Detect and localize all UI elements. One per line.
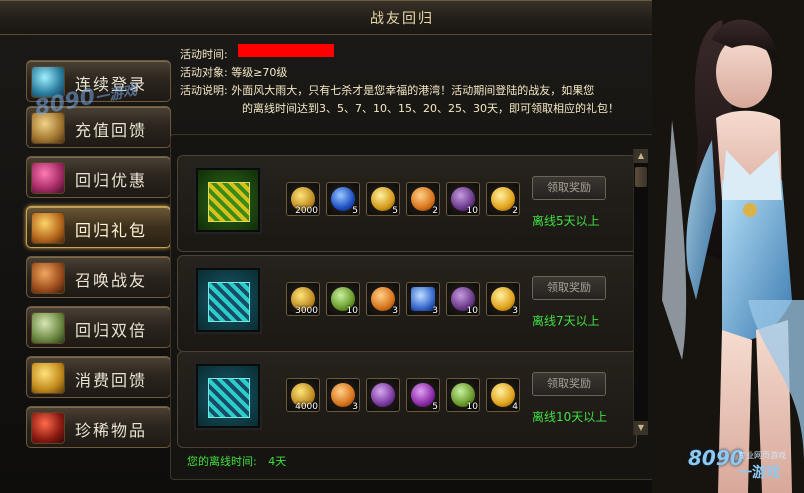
sidebar-item-label: 珍稀物品 bbox=[75, 421, 148, 440]
reward-item[interactable]: 5 bbox=[326, 182, 360, 216]
sidebar-item-rare-items[interactable]: 珍稀物品 bbox=[26, 406, 171, 448]
reward-item[interactable]: 10 bbox=[446, 378, 480, 412]
brand-logo-slogan: 一游戏 bbox=[738, 465, 780, 481]
gold-pile-icon bbox=[31, 362, 65, 394]
reward-item[interactable]: 3000 bbox=[286, 282, 320, 316]
reward-item[interactable] bbox=[366, 378, 400, 412]
blue-gift-icon bbox=[208, 282, 250, 322]
character-illustration bbox=[652, 0, 804, 493]
sidebar-item-label: 回归双倍 bbox=[75, 321, 148, 340]
blue-gift-icon bbox=[208, 378, 250, 418]
brand-logo-sub: 专业网页游戏 bbox=[738, 451, 786, 460]
banner-icon bbox=[31, 262, 65, 294]
sidebar-item-summon-friends[interactable]: 召唤战友 bbox=[26, 256, 171, 298]
purple-bone-icon bbox=[371, 383, 395, 407]
claim-reward-button[interactable]: 领取奖励 bbox=[532, 176, 606, 200]
scroll-down-icon[interactable]: ▼ bbox=[634, 421, 648, 435]
activity-target-value: 等级≥70级 bbox=[231, 66, 288, 79]
sidebar-item-label: 充值回馈 bbox=[75, 121, 148, 140]
gift-pack-image bbox=[194, 362, 262, 430]
item-count: 4 bbox=[512, 402, 518, 412]
gift-pack-image bbox=[194, 266, 262, 334]
item-count: 3000 bbox=[295, 306, 318, 316]
reward-item[interactable]: 4000 bbox=[286, 378, 320, 412]
item-count: 3 bbox=[432, 306, 438, 316]
reward-item[interactable]: 3 bbox=[366, 282, 400, 316]
activity-desc-line1: 活动说明: 外面风大雨大，只有七杀才是您幸福的港湾！活动期间登陆的战友，如果您 bbox=[180, 82, 594, 98]
reward-item[interactable]: 2000 bbox=[286, 182, 320, 216]
reward-item[interactable]: 5 bbox=[366, 182, 400, 216]
reward-item[interactable]: 10 bbox=[446, 182, 480, 216]
offline-time-value: 4天 bbox=[268, 455, 287, 468]
activity-desc-line2: 的离线时间达到3、5、7、10、15、20、25、30天，即可领取相应的礼包！ bbox=[242, 100, 619, 116]
reward-condition: 离线5天以上 bbox=[532, 214, 600, 228]
reward-row: 4000 3 5 10 4 领取奖励 离线10天以上 bbox=[177, 351, 637, 448]
scroll-thumb[interactable] bbox=[635, 167, 647, 187]
reward-row: 3000 10 3 3 10 3 领取奖励 离线7天以上 bbox=[177, 255, 637, 352]
activity-desc-text1: 外面风大雨大，只有七杀才是您幸福的港湾！活动期间登陆的战友，如果您 bbox=[231, 84, 595, 97]
item-count: 4000 bbox=[295, 402, 318, 412]
item-count: 2 bbox=[512, 206, 518, 216]
offline-time-label: 您的离线时间: bbox=[187, 455, 257, 468]
reward-item[interactable]: 2 bbox=[406, 182, 440, 216]
brand-logo-text: 8090 bbox=[688, 446, 744, 470]
reward-item[interactable]: 3 bbox=[486, 282, 520, 316]
reward-condition: 离线7天以上 bbox=[532, 314, 600, 328]
item-count: 5 bbox=[352, 206, 358, 216]
treasure-chest-icon bbox=[31, 212, 65, 244]
exp-scroll-icon bbox=[31, 312, 65, 344]
reward-item[interactable]: 4 bbox=[486, 378, 520, 412]
claim-reward-button[interactable]: 领取奖励 bbox=[532, 276, 606, 300]
item-count: 2000 bbox=[295, 206, 318, 216]
item-count: 10 bbox=[466, 206, 478, 216]
sidebar-item-label: 消费回馈 bbox=[75, 371, 148, 390]
activity-time-label: 活动时间: bbox=[180, 48, 228, 61]
scroll-up-icon[interactable]: ▲ bbox=[634, 149, 648, 163]
claim-reward-button[interactable]: 领取奖励 bbox=[532, 372, 606, 396]
scrollbar[interactable]: ▲ ▼ bbox=[633, 149, 648, 435]
item-count: 3 bbox=[352, 402, 358, 412]
demon-mask-icon bbox=[31, 412, 65, 444]
reward-condition: 离线10天以上 bbox=[532, 410, 608, 424]
gift-pack-image bbox=[194, 166, 262, 234]
item-count: 3 bbox=[392, 306, 398, 316]
activity-time-line: 活动时间: bbox=[180, 46, 228, 62]
reward-item[interactable]: 3 bbox=[406, 282, 440, 316]
gift-boxes-icon bbox=[31, 162, 65, 194]
sidebar-item-double-return[interactable]: 回归双倍 bbox=[26, 306, 171, 348]
activity-target-label: 活动对象: bbox=[180, 66, 228, 79]
item-count: 5 bbox=[432, 402, 438, 412]
item-count: 5 bbox=[392, 206, 398, 216]
item-count: 10 bbox=[466, 402, 478, 412]
activity-target-line: 活动对象: 等级≥70级 bbox=[180, 64, 287, 80]
green-gift-icon bbox=[208, 182, 250, 222]
sidebar-item-label: 召唤战友 bbox=[75, 271, 148, 290]
sidebar-item-return-discount[interactable]: 回归优惠 bbox=[26, 156, 171, 198]
item-count: 10 bbox=[466, 306, 478, 316]
sidebar-item-consumption-reward[interactable]: 消费回馈 bbox=[26, 356, 171, 398]
item-count: 3 bbox=[512, 306, 518, 316]
reward-item[interactable]: 2 bbox=[486, 182, 520, 216]
reward-row: 2000 5 5 2 10 2 领取奖励 离线5天以上 bbox=[177, 155, 637, 252]
sidebar-item-label: 回归优惠 bbox=[75, 171, 148, 190]
reward-item[interactable]: 10 bbox=[446, 282, 480, 316]
activity-desc-text2: 的离线时间达到3、5、7、10、15、20、25、30天，即可领取相应的礼包！ bbox=[242, 102, 619, 115]
reward-item[interactable]: 3 bbox=[326, 378, 360, 412]
item-count: 2 bbox=[432, 206, 438, 216]
sidebar-item-return-gift[interactable]: 回归礼包 bbox=[26, 206, 171, 248]
reward-list-panel: 2000 5 5 2 10 2 领取奖励 离线5天以上 3000 10 3 3 … bbox=[170, 134, 654, 480]
reward-item[interactable]: 5 bbox=[406, 378, 440, 412]
game-dialog-window: 战友回归 ✕ 连续登录 充值回馈 回归优惠 回归礼包 召唤战友 回归双倍 bbox=[0, 0, 804, 493]
activity-info: 活动时间: 活动对象: 等级≥70级 活动说明: 外面风大雨大，只有七杀才是您幸… bbox=[172, 42, 652, 124]
activity-desc-label: 活动说明: bbox=[180, 84, 228, 97]
item-count: 10 bbox=[346, 306, 358, 316]
heroine-figure bbox=[652, 0, 804, 493]
offline-time-status: 您的离线时间: 4天 bbox=[187, 453, 286, 469]
brand-logo: 8090 专业网页游戏 一游戏 bbox=[688, 446, 786, 481]
sidebar-item-label: 回归礼包 bbox=[75, 221, 148, 240]
reward-item[interactable]: 10 bbox=[326, 282, 360, 316]
redacted-time-value bbox=[238, 44, 334, 57]
